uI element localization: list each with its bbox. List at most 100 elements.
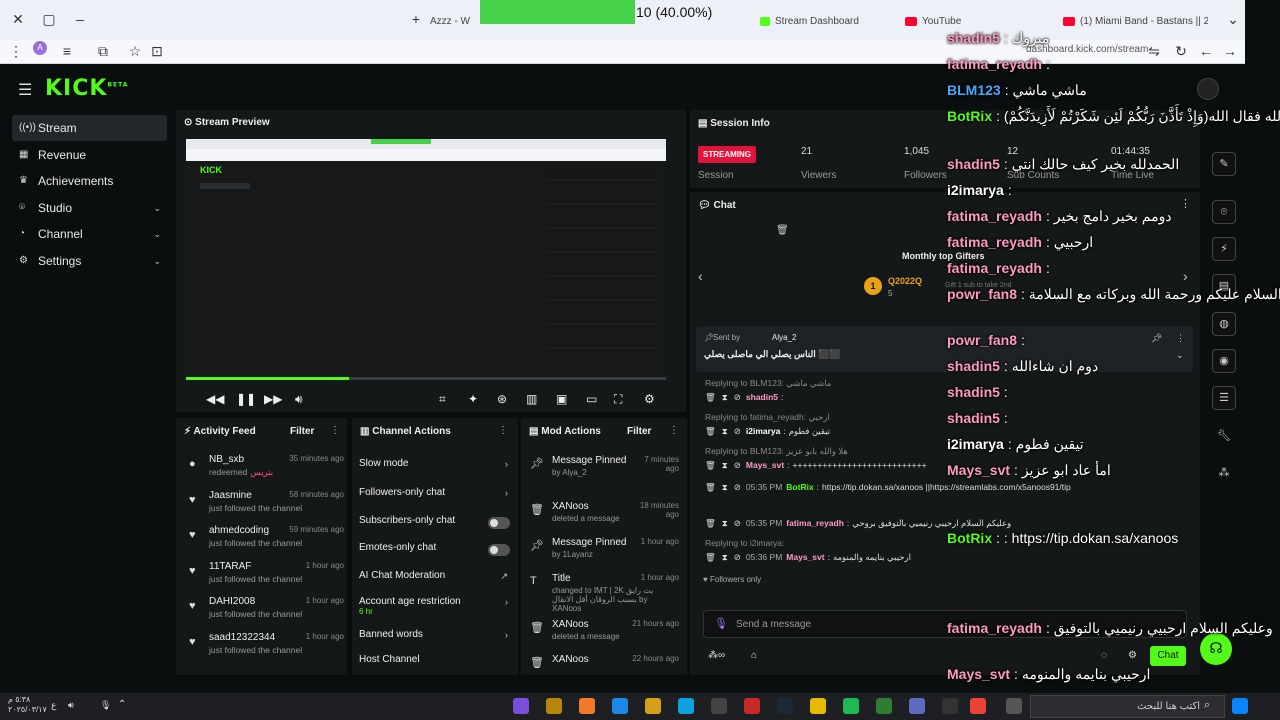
app-icon[interactable] <box>942 698 958 714</box>
edit-icon[interactable]: ✎ <box>1212 152 1236 176</box>
app-icon[interactable] <box>513 698 529 714</box>
ban-icon[interactable]: ⊘ <box>734 518 741 528</box>
chrome-icon[interactable] <box>970 698 986 714</box>
app-icon[interactable] <box>711 698 727 714</box>
activity-user[interactable]: DAHI2008 <box>209 596 255 607</box>
channel-action-banned-words[interactable]: Banned words › <box>359 629 514 649</box>
chevron-down-icon[interactable]: ⌄ <box>153 195 161 221</box>
toggle-switch[interactable] <box>488 544 510 556</box>
browser-tab[interactable]: Stream Dashboard <box>760 10 870 34</box>
browser-tab[interactable]: (1) Miami Band - Bastans || 201 <box>1063 10 1208 34</box>
taskbar-search-input[interactable]: اكتب هنا للبحث <box>1030 695 1225 718</box>
pause-icon[interactable]: ❚❚ <box>236 392 256 406</box>
microphone-icon[interactable]: 🎙︎ <box>100 700 111 711</box>
reload-icon[interactable]: ↻ <box>1170 40 1192 62</box>
chevron-right-icon[interactable]: › <box>505 597 508 607</box>
start-windows-icon[interactable] <box>1232 698 1248 714</box>
chat-username[interactable]: fatima_reyadh <box>786 518 844 528</box>
emote-icon[interactable]: ⁂∞ <box>708 650 725 661</box>
app-icon[interactable] <box>579 698 595 714</box>
app-icon[interactable] <box>612 698 628 714</box>
steam-icon[interactable] <box>777 698 793 714</box>
video-scrubber[interactable] <box>186 377 666 380</box>
profile-avatar[interactable]: A <box>33 41 47 55</box>
channel-action-followers-only-chat[interactable]: Followers-only chat › <box>359 487 514 507</box>
menu-icon[interactable]: ⋮ <box>5 40 27 62</box>
theater-icon[interactable]: ▭ <box>586 392 597 406</box>
extensions-icon[interactable]: ≡ <box>56 40 78 62</box>
share-icon[interactable]: ⧉ <box>92 40 114 62</box>
sidebar-item-achievements[interactable]: ♛ Achievements <box>12 168 167 194</box>
trash-icon[interactable]: 🗑︎ <box>705 518 716 528</box>
dots-icon[interactable]: ⁂ <box>1212 462 1236 486</box>
language-indicator[interactable]: ع <box>51 700 56 711</box>
trash-icon[interactable]: 🗑︎ <box>705 460 716 470</box>
edge-icon[interactable] <box>678 698 694 714</box>
kick-logo[interactable]: KICKBETA <box>45 76 128 101</box>
chat-username[interactable]: BotRix <box>786 482 813 492</box>
chat-username[interactable]: Mays_svt <box>746 460 784 470</box>
stream-preview-video[interactable]: KICK <box>186 139 666 379</box>
sidebar-item-studio[interactable]: ⌾ Studio ⌄ <box>12 195 167 221</box>
fullscreen-icon[interactable]: ⛶ <box>614 392 622 407</box>
chevron-down-icon[interactable]: ⌄ <box>153 221 161 247</box>
mod-menu-icon[interactable]: ⋮ <box>669 425 679 436</box>
channel-action-emotes-only-chat[interactable]: Emotes-only chat <box>359 542 514 562</box>
trash-icon[interactable]: 🗑︎ <box>705 392 716 402</box>
folder-icon[interactable] <box>810 698 826 714</box>
trash-icon[interactable]: 🗑︎ <box>705 426 716 436</box>
rewind-icon[interactable]: ◀◀ <box>206 392 224 406</box>
chat-username[interactable]: i2imarya <box>746 426 781 436</box>
chevron-up-icon[interactable]: ⌃ <box>118 699 126 710</box>
app-icon[interactable] <box>876 698 892 714</box>
sidebar-item-settings[interactable]: ⚙ Settings ⌄ <box>12 248 167 274</box>
chat-username[interactable]: Mays_svt <box>786 552 824 562</box>
ban-icon[interactable]: ⊘ <box>734 552 741 562</box>
gear-icon[interactable]: ⚙ <box>644 392 655 406</box>
chat-bubble-icon[interactable]: ◌ <box>1101 650 1107 661</box>
chevron-right-icon[interactable]: › <box>505 459 508 469</box>
back-icon[interactable]: ← <box>1195 40 1217 62</box>
app-icon[interactable] <box>744 698 760 714</box>
activity-user[interactable]: Jaasmine <box>209 490 252 501</box>
forward-icon[interactable]: → <box>1219 40 1241 62</box>
unpin-icon[interactable]: 📌︎ <box>1151 333 1162 344</box>
user-avatar[interactable] <box>1197 78 1219 100</box>
filter-button[interactable]: Filter <box>290 426 314 437</box>
taskbar-clock[interactable]: ٥:٣٨ م ٢٠٢٥/٠٣/١٧ <box>8 695 47 715</box>
channel-action-slow-mode[interactable]: Slow mode › <box>359 458 514 478</box>
gear-icon[interactable]: ⚙ <box>1128 650 1137 661</box>
ban-icon[interactable]: ⊘ <box>734 460 741 470</box>
camera-icon[interactable]: ⌾ <box>1212 200 1236 224</box>
app-icon[interactable] <box>546 698 562 714</box>
chevron-right-icon[interactable]: › <box>1183 268 1188 284</box>
task-view-icon[interactable] <box>1006 698 1022 714</box>
chevron-down-icon[interactable]: ⌄ <box>1222 8 1244 30</box>
trash-icon[interactable]: 🗑︎ <box>776 225 789 236</box>
channel-action-host-channel[interactable]: Host Channel <box>359 654 514 674</box>
timeout-icon[interactable]: ⧗ <box>722 552 728 562</box>
timeout-icon[interactable]: ⧗ <box>722 482 728 492</box>
close-window-icon[interactable]: ✕ <box>7 8 29 30</box>
sidebar-item-channel[interactable]: ◔ Channel ⌄ <box>12 221 167 247</box>
support-headset-icon[interactable]: ☊ <box>1200 633 1232 665</box>
volume-icon[interactable]: 🔊︎ <box>68 700 74 711</box>
store-icon[interactable]: ⌂ <box>751 650 757 661</box>
pinned-menu-icon[interactable]: ⋮ <box>1176 333 1185 344</box>
chevron-left-icon[interactable]: ‹ <box>698 268 703 284</box>
wrench-icon[interactable]: 🔧︎ <box>1212 425 1236 449</box>
clip-icon[interactable]: ⊛ <box>497 392 507 406</box>
channel-action-ai-chat-moderation[interactable]: AI Chat Moderation ↗ <box>359 570 514 590</box>
ban-icon[interactable]: ⊘ <box>734 426 741 436</box>
chevron-right-icon[interactable]: › <box>505 630 508 640</box>
timeout-icon[interactable]: ⧗ <box>722 426 728 436</box>
chevron-down-icon[interactable]: ⌄ <box>1176 350 1184 361</box>
chat-username[interactable]: shadin5 <box>746 392 778 402</box>
toggle-switch[interactable] <box>488 517 510 529</box>
chat-menu-icon[interactable]: ⋮ <box>1180 197 1191 210</box>
broadcast-icon[interactable]: ◉ <box>1212 349 1236 373</box>
chevron-down-icon[interactable]: ⌄ <box>153 248 161 274</box>
crop-icon[interactable]: ⌗ <box>439 392 446 407</box>
sparkle-icon[interactable]: ✦ <box>468 392 478 406</box>
app-icon[interactable] <box>645 698 661 714</box>
